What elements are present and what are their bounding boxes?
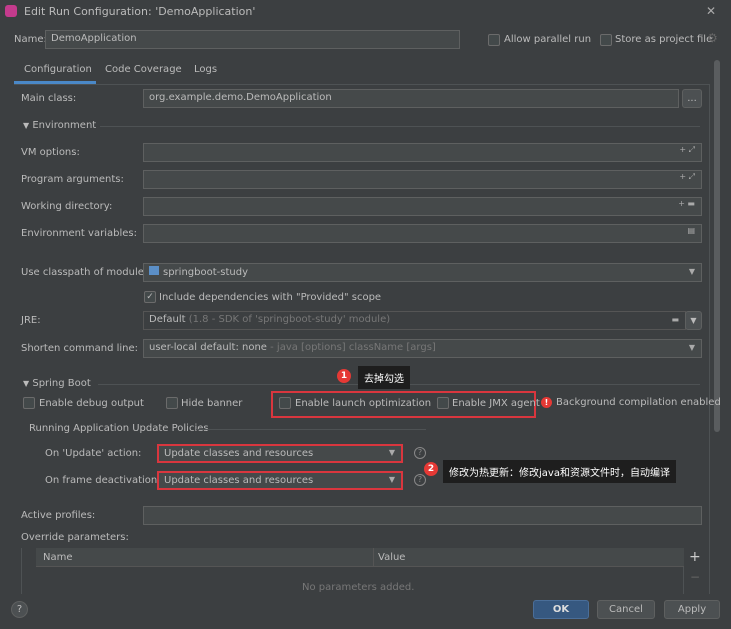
help-icon[interactable]: ? <box>414 474 426 486</box>
active-profiles-input[interactable] <box>143 506 702 525</box>
error-icon: ! <box>541 397 552 408</box>
apply-button[interactable]: Apply <box>664 600 720 619</box>
chevron-down-icon: ▼ <box>388 475 395 484</box>
hide-banner-label: Hide banner <box>181 398 243 409</box>
classpath-label: Use classpath of module: <box>21 267 148 278</box>
policies-title: Running Application Update Policies <box>29 423 209 434</box>
browse-main-class-button[interactable]: ... <box>682 89 702 108</box>
jre-label: JRE: <box>21 315 41 326</box>
gear-icon[interactable]: ⚙ <box>707 31 718 45</box>
column-divider <box>373 548 374 567</box>
tab-code-coverage[interactable]: Code Coverage <box>105 64 182 75</box>
name-input[interactable]: DemoApplication <box>45 30 460 49</box>
classpath-select[interactable]: springboot-study ▼ <box>143 263 702 282</box>
on-update-label: On 'Update' action: <box>45 448 142 459</box>
shorten-select[interactable]: user-local default: none - java [options… <box>143 339 702 358</box>
on-frame-value: Update classes and resources <box>164 475 314 486</box>
allow-parallel-checkbox[interactable] <box>488 34 500 46</box>
chevron-down-icon: ▼ <box>688 343 695 352</box>
jre-value: Default <box>149 314 186 325</box>
launch-optimization-label: Enable launch optimization <box>295 398 432 409</box>
chevron-down-icon: ▼ <box>388 448 395 457</box>
divider <box>196 429 426 430</box>
triangle-down-icon: ▼ <box>23 121 30 130</box>
on-frame-select[interactable]: Update classes and resources ▼ <box>157 471 403 490</box>
debug-output-checkbox[interactable] <box>23 397 35 409</box>
launch-optimization-checkbox[interactable] <box>279 397 291 409</box>
override-label: Override parameters: <box>21 532 129 543</box>
triangle-down-icon: ▼ <box>23 379 30 388</box>
spring-boot-toggle[interactable]: ▼ Spring Boot <box>23 378 91 389</box>
divider <box>100 126 700 127</box>
env-vars-input[interactable]: ▤ <box>143 224 702 243</box>
spring-boot-label: Spring Boot <box>32 378 91 389</box>
close-icon[interactable]: ✕ <box>706 4 716 18</box>
document-icon[interactable]: ▤ <box>687 226 695 235</box>
bg-compile-label: Background compilation enabled <box>556 397 721 408</box>
debug-output-label: Enable debug output <box>39 398 144 409</box>
store-project-label: Store as project file <box>615 34 713 45</box>
working-dir-label: Working directory: <box>21 201 113 212</box>
shorten-hint: - java [options] className [args] <box>270 342 436 353</box>
help-icon[interactable]: ? <box>414 447 426 459</box>
working-dir-input[interactable]: + ▬ <box>143 197 702 216</box>
chevron-down-icon: ▼ <box>688 267 695 276</box>
tab-logs[interactable]: Logs <box>194 64 217 75</box>
annotation-tooltip: 修改为热更新：修改java和资源文件时，自动编译 <box>443 460 676 483</box>
program-args-label: Program arguments: <box>21 174 124 185</box>
annotation-badge: 1 <box>337 369 351 383</box>
folder-icon[interactable]: + ▬ <box>678 199 695 208</box>
jre-hint: (1.8 - SDK of 'springboot-study' module) <box>188 314 391 325</box>
empty-table-text: No parameters added. <box>302 582 415 593</box>
scrollbar[interactable] <box>714 60 720 432</box>
allow-parallel-label: Allow parallel run <box>504 34 592 45</box>
on-frame-label: On frame deactivation: <box>45 475 161 486</box>
column-name[interactable]: Name <box>43 552 73 563</box>
help-button[interactable]: ? <box>11 601 28 618</box>
shorten-label: Shorten command line: <box>21 343 139 354</box>
module-icon <box>149 266 159 275</box>
folder-icon[interactable]: ▬ <box>671 315 679 324</box>
tab-configuration[interactable]: Configuration <box>24 64 92 75</box>
program-args-input[interactable]: + ⤢ <box>143 170 702 189</box>
vm-options-input[interactable]: + ⤢ <box>143 143 702 162</box>
app-icon <box>5 5 17 17</box>
add-icon[interactable]: + <box>689 549 701 565</box>
window-title: Edit Run Configuration: 'DemoApplication… <box>24 5 256 18</box>
jre-dropdown-button[interactable]: ▼ <box>685 311 702 330</box>
environment-toggle[interactable]: ▼ Environment <box>23 120 96 131</box>
classpath-value: springboot-study <box>163 267 248 278</box>
annotation-tooltip: 去掉勾选 <box>358 366 410 389</box>
vm-options-label: VM options: <box>21 147 80 158</box>
store-project-checkbox[interactable] <box>600 34 612 46</box>
env-vars-label: Environment variables: <box>21 228 137 239</box>
main-class-input[interactable]: org.example.demo.DemoApplication <box>143 89 679 108</box>
name-label: Name: <box>14 34 47 45</box>
jre-select[interactable]: Default (1.8 - SDK of 'springboot-study'… <box>143 311 686 330</box>
shorten-value: user-local default: none <box>149 342 267 353</box>
jmx-agent-checkbox[interactable] <box>437 397 449 409</box>
remove-icon[interactable]: − <box>690 570 700 584</box>
active-profiles-label: Active profiles: <box>21 510 96 521</box>
include-deps-label: Include dependencies with "Provided" sco… <box>159 292 382 303</box>
on-update-value: Update classes and resources <box>164 448 314 459</box>
on-update-select[interactable]: Update classes and resources ▼ <box>157 444 403 463</box>
annotation-badge: 2 <box>424 462 438 476</box>
ok-button[interactable]: OK <box>533 600 589 619</box>
cancel-button[interactable]: Cancel <box>597 600 655 619</box>
include-deps-checkbox[interactable]: ✓ <box>144 291 156 303</box>
table-header <box>36 548 684 567</box>
column-value[interactable]: Value <box>378 552 405 563</box>
environment-label: Environment <box>32 120 97 131</box>
expand-icon[interactable]: + ⤢ <box>679 145 695 155</box>
main-class-label: Main class: <box>21 93 77 104</box>
jmx-agent-label: Enable JMX agent <box>452 398 540 409</box>
expand-icon[interactable]: + ⤢ <box>679 172 695 182</box>
hide-banner-checkbox[interactable] <box>166 397 178 409</box>
